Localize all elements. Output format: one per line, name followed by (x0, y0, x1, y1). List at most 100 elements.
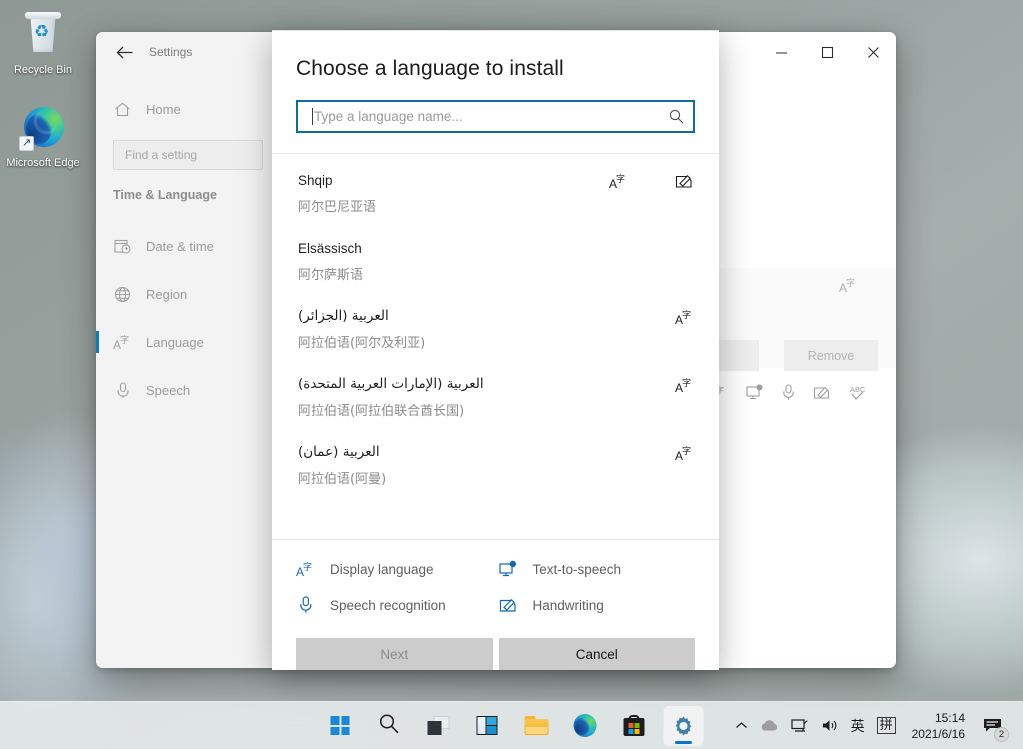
language-name: العربية (الإمارات العربية المتحدة) (298, 375, 695, 394)
ime-language-indicator[interactable]: 英 (845, 708, 871, 744)
legend-item-speech-recognition: Speech recognition (296, 596, 493, 614)
chevron-up-icon[interactable] (729, 708, 754, 744)
search-button[interactable] (369, 706, 409, 746)
list-item[interactable]: العربية (الجزائر) 阿拉伯语(阿尔及利亚) A字 (272, 298, 719, 366)
close-icon[interactable] (850, 32, 896, 72)
display-language-icon: A字 (675, 376, 695, 399)
edge-button[interactable] (565, 706, 605, 746)
network-icon[interactable] (785, 708, 815, 744)
language-translation: 阿拉伯语(阿曼) (298, 470, 695, 489)
list-item[interactable]: Shqip 阿尔巴尼亚语 A字 (272, 162, 719, 230)
sidebar-item-label: Home (146, 102, 181, 117)
language-capability-icons: A字 (609, 172, 695, 195)
cloud-icon[interactable] (754, 708, 785, 744)
desktop-icon-label: Microsoft Edge (6, 157, 79, 169)
svg-text:字: 字 (616, 173, 625, 185)
language-name: العربية (عمان) (298, 443, 695, 462)
language-name: العربية (الجزائر) (298, 307, 695, 326)
legend-item-text-to-speech: Text-to-speech (499, 560, 696, 578)
microphone-icon (296, 596, 316, 614)
ime-mode-indicator[interactable]: 拼 (871, 708, 902, 744)
home-icon (113, 102, 132, 117)
capability-legend: A字 Display language Text-to-speech Speec… (272, 540, 719, 614)
language-capability-icons: A字 (675, 308, 695, 331)
maximize-icon[interactable] (804, 32, 850, 72)
list-item[interactable]: العربية (عمان) 阿拉伯语(阿曼) A字 (272, 434, 719, 502)
notification-badge: 2 (994, 727, 1009, 742)
globe-icon (113, 286, 132, 303)
search-icon[interactable] (669, 109, 684, 124)
widgets-button[interactable] (467, 706, 507, 746)
taskbar-apps (320, 706, 703, 746)
back-arrow-icon[interactable] (113, 41, 135, 63)
choose-language-dialog: Choose a language to install Type a lang… (272, 30, 719, 670)
language-translation: 阿拉伯语(阿拉伯联合酋长国) (298, 402, 695, 421)
svg-text:字: 字 (303, 561, 312, 573)
svg-text:字: 字 (120, 334, 129, 346)
sidebar-item-home[interactable]: Home (96, 92, 272, 126)
list-item[interactable]: العربية (الإمارات العربية المتحدة) 阿拉伯语(… (272, 366, 719, 434)
display-language-icon: A字 (675, 444, 695, 467)
shortcut-arrow-icon: ↗ (19, 136, 34, 151)
language-search-input[interactable]: Type a language name... (296, 100, 695, 133)
svg-text:字: 字 (846, 277, 855, 289)
legend-label: Handwriting (533, 598, 604, 613)
desktop-icon-microsoft-edge[interactable]: ↗ Microsoft Edge (3, 105, 83, 170)
clock[interactable]: 15:14 2021/6/16 (902, 710, 973, 742)
file-explorer-button[interactable] (516, 706, 556, 746)
text-to-speech-icon (746, 384, 764, 406)
next-button[interactable]: Next (296, 638, 493, 670)
legend-item-display-language: A字 Display language (296, 560, 493, 578)
sidebar-item-language[interactable]: A 字 Language (96, 318, 272, 366)
dialog-title: Choose a language to install (272, 31, 719, 81)
titlebar-left-group: Settings (96, 32, 272, 72)
language-list[interactable]: Shqip 阿尔巴尼亚语 A字 Elsässisch 阿尔萨斯语 العربية… (272, 153, 719, 540)
microsoft-store-button[interactable] (614, 706, 654, 746)
find-setting-placeholder: Find a setting (125, 148, 197, 162)
folder-icon (524, 716, 548, 735)
find-setting-input[interactable]: Find a setting (113, 140, 263, 170)
sidebar-item-date-time[interactable]: Date & time (96, 222, 272, 270)
task-view-button[interactable] (418, 706, 458, 746)
minimize-icon[interactable] (758, 32, 804, 72)
language-translation: 阿尔萨斯语 (298, 266, 695, 285)
dialog-action-buttons: Next Cancel (272, 614, 719, 670)
legend-label: Display language (330, 562, 434, 577)
task-view-icon (427, 716, 449, 735)
recycle-bin-icon: ♻ (19, 12, 67, 60)
language-translation: 阿拉伯语(阿尔及利亚) (298, 334, 695, 353)
language-translation: 阿尔巴尼亚语 (298, 198, 695, 217)
window-title: Settings (149, 45, 192, 59)
sidebar-item-label: Date & time (146, 239, 214, 254)
spellcheck-icon: ABC (850, 384, 871, 406)
text-caret (312, 108, 313, 125)
language-capability-icons: A字 (675, 376, 695, 399)
legend-label: Speech recognition (330, 598, 446, 613)
start-button[interactable] (320, 706, 360, 746)
find-setting-wrapper: Find a setting (96, 140, 272, 170)
sidebar-item-speech[interactable]: Speech (96, 366, 272, 414)
cancel-button[interactable]: Cancel (499, 638, 696, 670)
svg-text:字: 字 (682, 377, 691, 389)
desktop-icon-recycle-bin[interactable]: ♻ Recycle Bin (3, 12, 83, 77)
desktop-icon-label: Recycle Bin (14, 64, 72, 76)
list-item[interactable]: Elsässisch 阿尔萨斯语 (272, 230, 719, 298)
language-capability-icons: A字 (675, 444, 695, 467)
settings-button[interactable] (663, 706, 703, 746)
notification-center-button[interactable]: 2 (973, 708, 1013, 744)
clock-date: 2021/6/16 (912, 726, 965, 742)
ime-mode-label: 拼 (877, 717, 896, 734)
language-search-placeholder: Type a language name... (314, 109, 669, 124)
search-icon (379, 713, 400, 739)
display-language-icon: A 字 (113, 334, 132, 351)
volume-icon[interactable] (815, 708, 845, 744)
svg-text:ABC: ABC (850, 385, 866, 394)
legend-label: Text-to-speech (533, 562, 622, 577)
remove-button[interactable]: Remove (784, 340, 878, 371)
taskbar: 英 拼 15:14 2021/6/16 2 (0, 701, 1023, 749)
svg-text:字: 字 (682, 309, 691, 321)
sidebar-item-region[interactable]: Region (96, 270, 272, 318)
sidebar-item-label: Speech (146, 383, 190, 398)
handwriting-icon (499, 596, 519, 614)
gear-icon (671, 714, 695, 738)
